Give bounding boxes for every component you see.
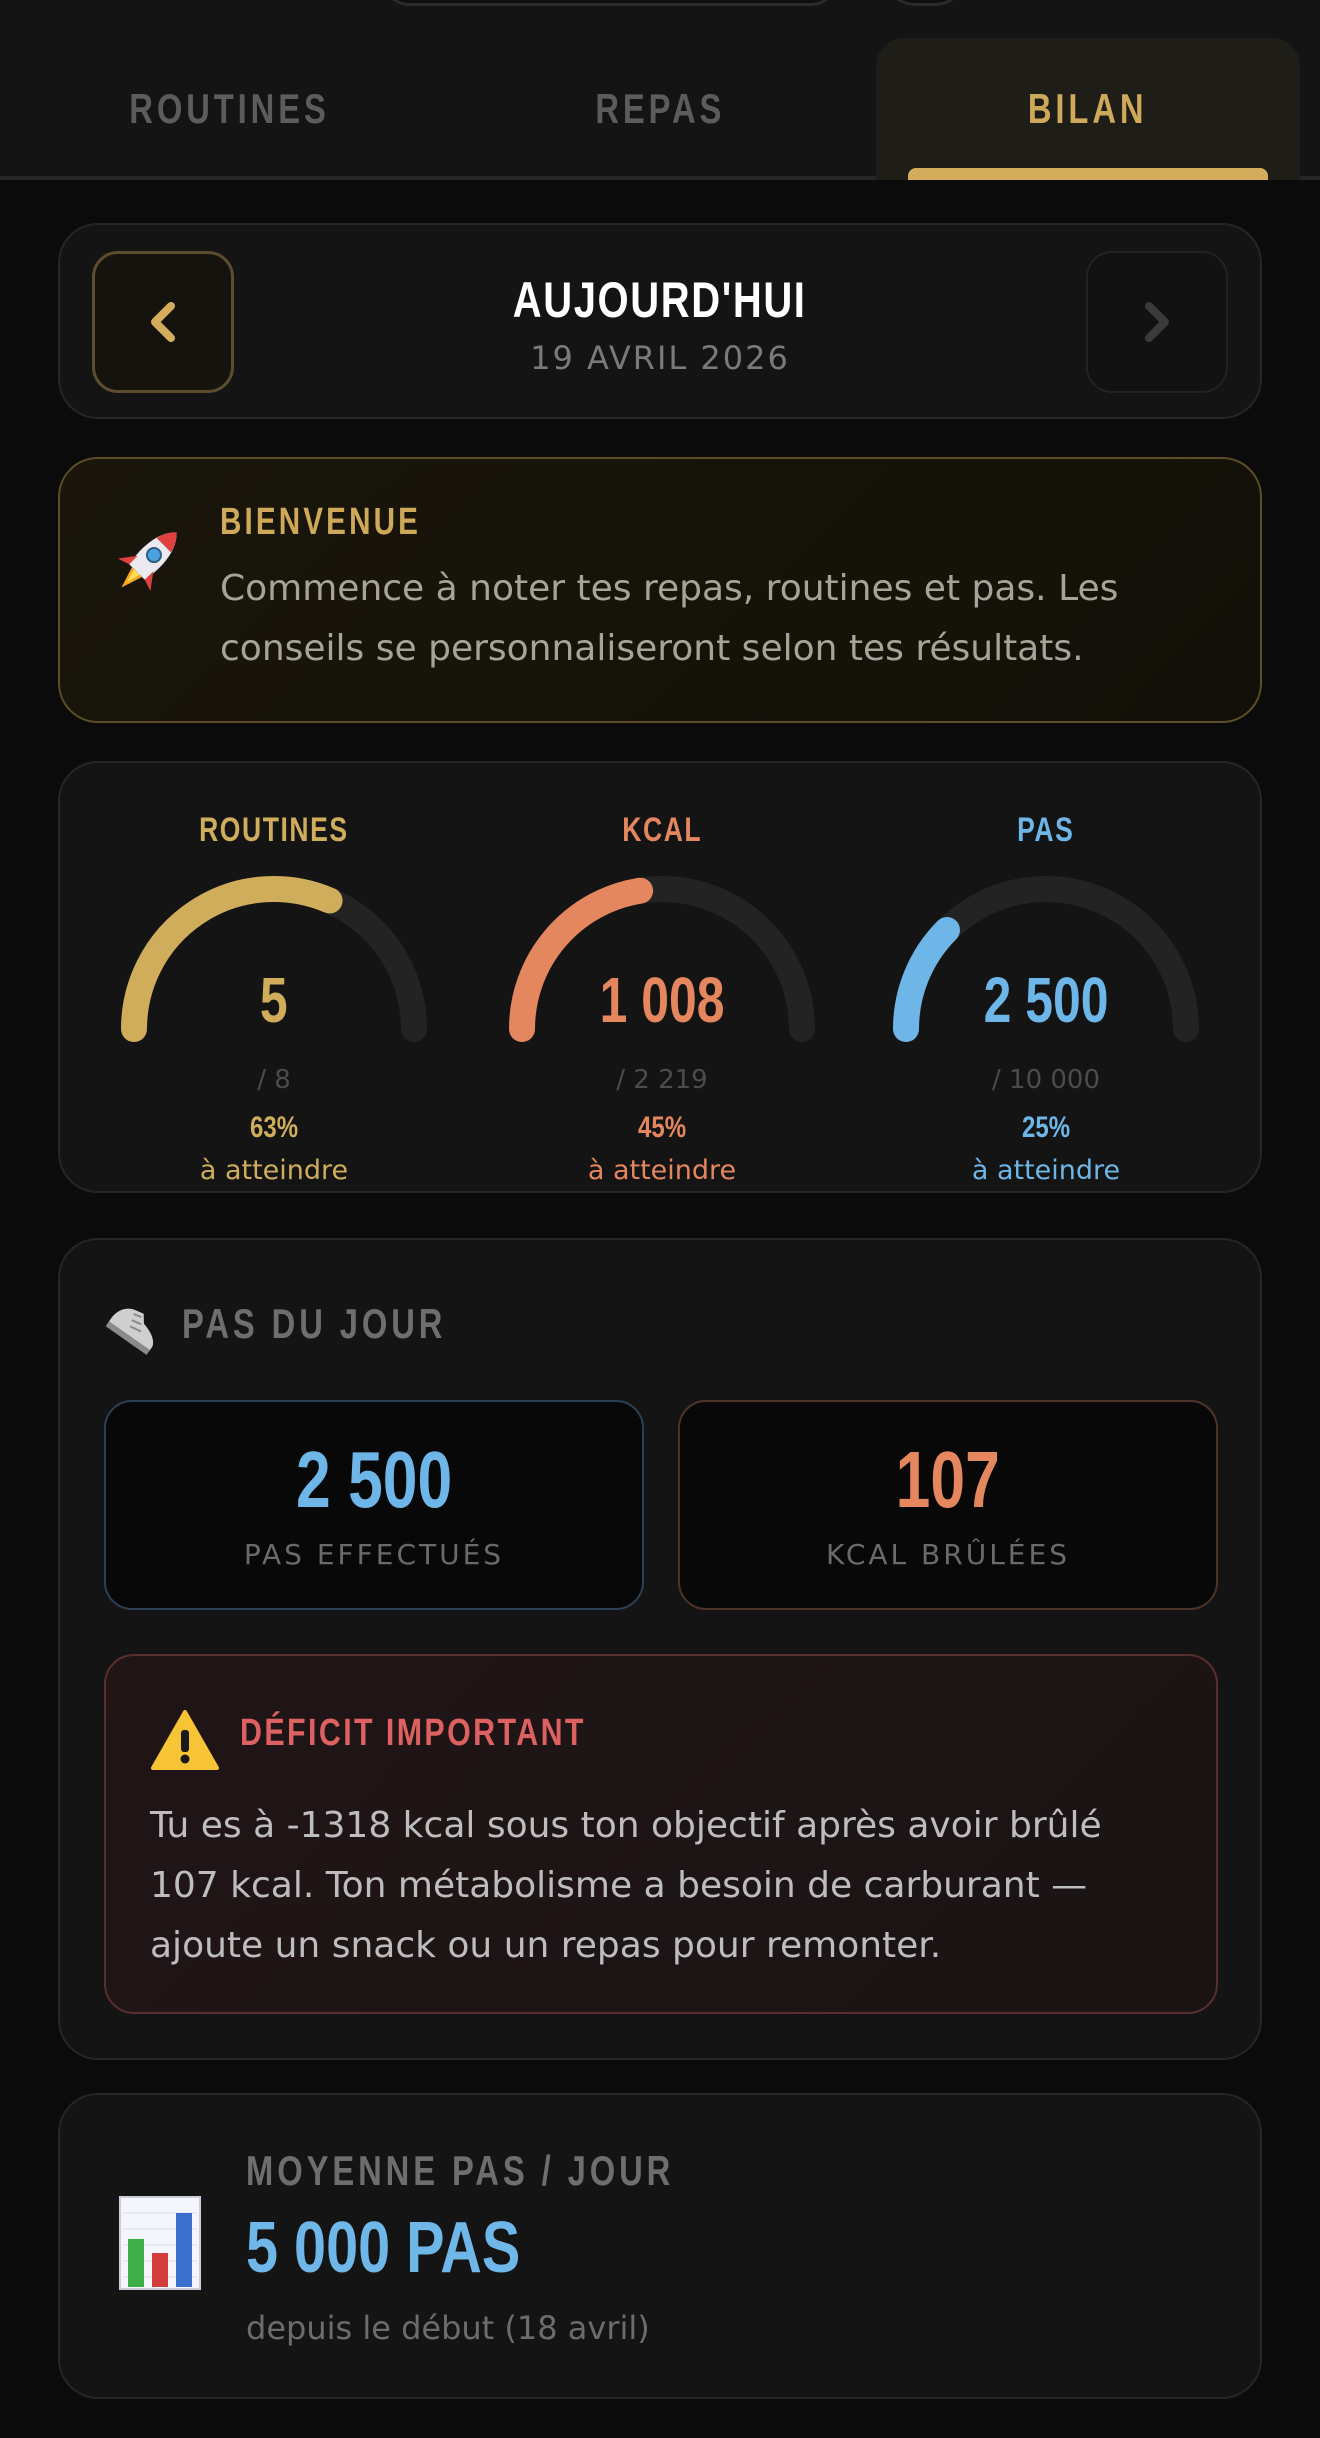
shoe-icon (106, 1308, 154, 1355)
gauge-target: / 10 000 (992, 1065, 1100, 1095)
gauge-value: 5 (260, 964, 288, 1036)
date-title: AUJOURD'HUI (513, 272, 807, 328)
date-navigator: AUJOURD'HUI 19 AVRIL 2026 (58, 223, 1262, 419)
warning-icon (151, 1710, 219, 1770)
welcome-text: Commence à noter tes repas, routines et … (220, 568, 1119, 669)
gauge-label: PAS (1017, 811, 1075, 849)
gauge-value: 1 008 (599, 964, 725, 1036)
steps-card: PAS DU JOUR 2 500 PAS EFFECTUÉS 107 KCAL… (58, 1238, 1262, 2060)
next-day-button[interactable] (1086, 251, 1228, 393)
steps-stat: 2 500 PAS EFFECTUÉS (104, 1400, 644, 1610)
gauge-percent: 25% (1021, 1111, 1071, 1144)
gauge-pas: PAS 2 500 / 10 000 25% à atteindre (876, 811, 1216, 1186)
average-steps-card: MOYENNE PAS / JOUR 5 000 PAS depuis le d… (58, 2093, 1262, 2399)
gauge-hint: à atteindre (199, 1155, 349, 1186)
top-round-button[interactable] (880, 0, 970, 6)
tab-bar: ROUTINES REPAS BILAN (0, 0, 1320, 180)
steps-value: 2 500 (295, 1435, 453, 1524)
bar-chart-icon (119, 2196, 201, 2290)
top-search-pill[interactable] (380, 0, 840, 6)
gauge-kcal: KCAL 1 008 / 2 219 45% à atteindre (492, 811, 832, 1186)
gauge-hint: à atteindre (971, 1155, 1121, 1186)
gauge-label: KCAL (622, 811, 702, 849)
tab-repas[interactable]: REPAS (450, 38, 870, 180)
alert-title: DÉFICIT IMPORTANT (240, 1712, 586, 1754)
tab-bilan[interactable]: BILAN (876, 38, 1300, 180)
gauge-value: 2 500 (983, 964, 1109, 1036)
average-title: MOYENNE PAS / JOUR (246, 2147, 675, 2194)
kcal-value: 107 (895, 1435, 1001, 1524)
gauge-percent: 45% (637, 1111, 687, 1144)
steps-label: PAS EFFECTUÉS (243, 1538, 505, 1571)
gauge-routines: ROUTINES 5 / 8 63% à atteindre (104, 811, 444, 1186)
average-value: 5 000 PAS (246, 2208, 521, 2288)
gauge-hint: à atteindre (587, 1155, 737, 1186)
deficit-alert: DÉFICIT IMPORTANT Tu es à -1318 kcal sou… (104, 1654, 1218, 2014)
progress-gauges: ROUTINES 5 / 8 63% à atteindre KCAL 1 00… (58, 761, 1262, 1193)
welcome-title: BIENVENUE (220, 501, 422, 543)
active-tab-indicator (908, 168, 1268, 180)
average-subtitle: depuis le début (18 avril) (246, 2309, 650, 2347)
rocket-icon (117, 532, 177, 592)
kcal-burned-stat: 107 KCAL BRÛLÉES (678, 1400, 1218, 1610)
tab-routines[interactable]: ROUTINES (20, 38, 440, 180)
gauge-target: / 8 (257, 1065, 291, 1095)
welcome-card: BIENVENUE Commence à noter tes repas, ro… (58, 457, 1262, 723)
gauge-percent: 63% (249, 1111, 299, 1144)
current-date: 19 AVRIL 2026 (530, 339, 790, 377)
gauge-label: ROUTINES (199, 811, 349, 849)
gauge-target: / 2 219 (616, 1065, 708, 1095)
steps-title: PAS DU JOUR (182, 1300, 447, 1347)
kcal-label: KCAL BRÛLÉES (826, 1538, 1070, 1571)
alert-text: Tu es à -1318 kcal sous ton objectif apr… (150, 1805, 1102, 1966)
chevron-right-icon (1145, 302, 1169, 342)
